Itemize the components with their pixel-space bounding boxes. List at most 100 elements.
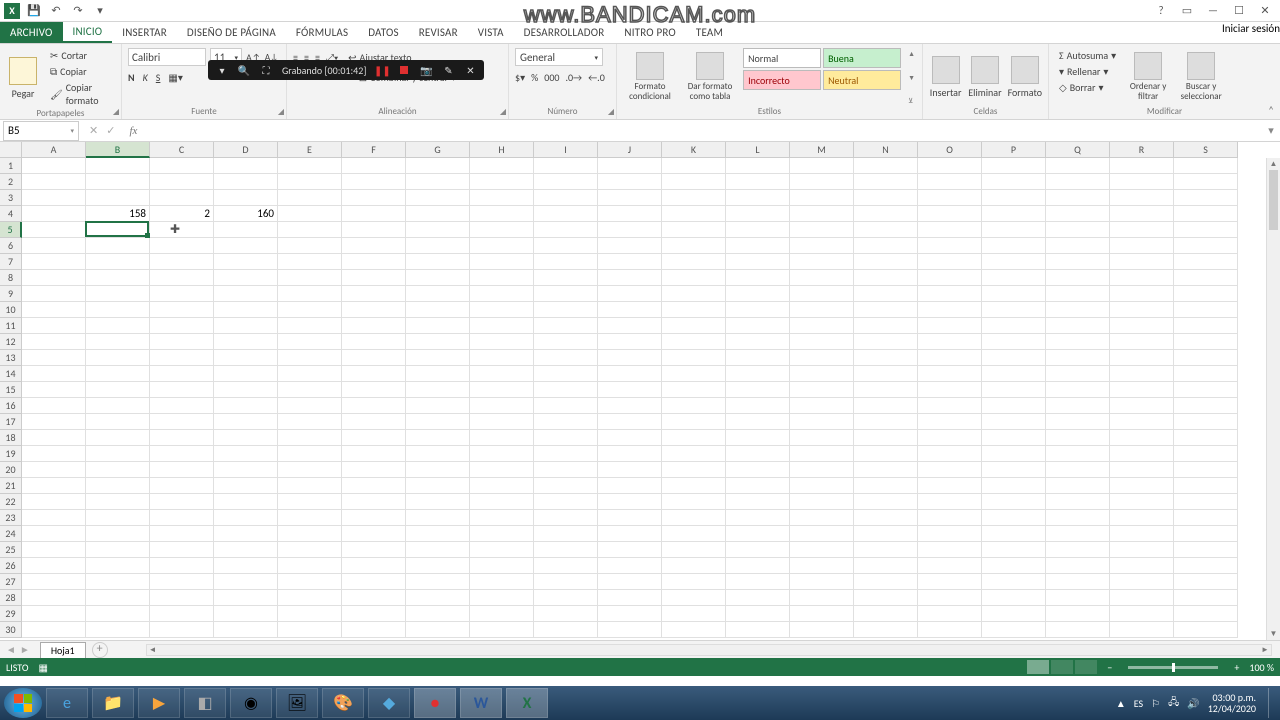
cell[interactable]: [598, 270, 662, 286]
dialog-launcher-icon[interactable]: ◢: [608, 107, 614, 117]
column-header[interactable]: N: [854, 142, 918, 158]
cell[interactable]: [726, 510, 790, 526]
cell[interactable]: [854, 222, 918, 238]
cell[interactable]: [662, 270, 726, 286]
cell[interactable]: [534, 446, 598, 462]
cell[interactable]: [1174, 238, 1238, 254]
cell[interactable]: [982, 158, 1046, 174]
cell[interactable]: [278, 430, 342, 446]
dialog-launcher-icon[interactable]: ◢: [500, 107, 506, 117]
cell[interactable]: [918, 430, 982, 446]
cell[interactable]: [918, 302, 982, 318]
cell[interactable]: [470, 446, 534, 462]
rec-region-icon[interactable]: ⛶: [260, 64, 272, 76]
cell[interactable]: [1110, 494, 1174, 510]
cell[interactable]: [982, 334, 1046, 350]
taskbar-app4[interactable]: ◆: [368, 688, 410, 718]
cell[interactable]: [598, 254, 662, 270]
cell[interactable]: [534, 590, 598, 606]
cell[interactable]: [726, 366, 790, 382]
cell[interactable]: [982, 350, 1046, 366]
cell[interactable]: [918, 398, 982, 414]
cell[interactable]: [1046, 222, 1110, 238]
cell[interactable]: [598, 526, 662, 542]
cell[interactable]: [534, 254, 598, 270]
cell[interactable]: [982, 446, 1046, 462]
cell[interactable]: [982, 510, 1046, 526]
sheet-nav-prev-icon[interactable]: ◄: [6, 643, 16, 656]
cell[interactable]: [662, 430, 726, 446]
taskbar-ie[interactable]: e: [46, 688, 88, 718]
tray-flag-icon[interactable]: ⚐: [1151, 697, 1160, 710]
cell[interactable]: [1110, 414, 1174, 430]
cell[interactable]: [854, 382, 918, 398]
cell[interactable]: [406, 494, 470, 510]
cell[interactable]: [86, 622, 150, 638]
cell[interactable]: [854, 174, 918, 190]
scroll-up-icon[interactable]: ▲: [1267, 158, 1280, 170]
cell[interactable]: [406, 174, 470, 190]
cell[interactable]: [1110, 206, 1174, 222]
cell[interactable]: [726, 526, 790, 542]
dec-decimal-icon[interactable]: ←.0: [588, 71, 605, 84]
cell[interactable]: [214, 190, 278, 206]
cell[interactable]: [278, 174, 342, 190]
cell[interactable]: [598, 190, 662, 206]
cell[interactable]: [1110, 430, 1174, 446]
cell[interactable]: [726, 462, 790, 478]
add-sheet-button[interactable]: +: [92, 642, 108, 658]
cell[interactable]: [1110, 190, 1174, 206]
cell[interactable]: [1110, 382, 1174, 398]
cell[interactable]: [406, 462, 470, 478]
cell[interactable]: [278, 462, 342, 478]
cell[interactable]: [86, 398, 150, 414]
cell[interactable]: [662, 222, 726, 238]
cell[interactable]: [406, 430, 470, 446]
cell[interactable]: [278, 286, 342, 302]
cell[interactable]: [854, 270, 918, 286]
save-icon[interactable]: 💾: [26, 3, 42, 19]
cell[interactable]: [1110, 254, 1174, 270]
cell[interactable]: [790, 222, 854, 238]
cell[interactable]: [342, 190, 406, 206]
cell[interactable]: [214, 494, 278, 510]
cell[interactable]: [22, 174, 86, 190]
cell[interactable]: [918, 494, 982, 510]
cell[interactable]: [790, 606, 854, 622]
cell[interactable]: [22, 510, 86, 526]
taskbar-chrome[interactable]: ◉: [230, 688, 272, 718]
cell[interactable]: [918, 238, 982, 254]
cell[interactable]: [86, 558, 150, 574]
column-header[interactable]: B: [86, 142, 150, 158]
cell[interactable]: [150, 446, 214, 462]
cell[interactable]: [982, 302, 1046, 318]
row-header[interactable]: 6: [0, 238, 22, 254]
row-header[interactable]: 24: [0, 526, 22, 542]
cell[interactable]: [854, 430, 918, 446]
start-button[interactable]: [4, 688, 42, 718]
copy-button[interactable]: ⧉Copiar: [46, 64, 115, 79]
cell[interactable]: [22, 238, 86, 254]
cell[interactable]: [854, 542, 918, 558]
cell[interactable]: [22, 222, 86, 238]
tab-formulas[interactable]: FÓRMULAS: [286, 22, 358, 43]
cell[interactable]: [662, 478, 726, 494]
cell[interactable]: [726, 398, 790, 414]
row-header[interactable]: 2: [0, 174, 22, 190]
cell[interactable]: [150, 286, 214, 302]
cell[interactable]: [22, 270, 86, 286]
number-format-select[interactable]: General▾: [515, 48, 603, 66]
cell[interactable]: [1046, 446, 1110, 462]
cell[interactable]: [662, 414, 726, 430]
styles-more-icon[interactable]: ⊻: [908, 96, 915, 105]
cell[interactable]: [598, 542, 662, 558]
cell[interactable]: [150, 302, 214, 318]
cell[interactable]: [982, 222, 1046, 238]
cell[interactable]: [342, 510, 406, 526]
percent-icon[interactable]: %: [531, 71, 538, 84]
cell[interactable]: [470, 558, 534, 574]
column-header[interactable]: K: [662, 142, 726, 158]
cell[interactable]: [470, 382, 534, 398]
cell[interactable]: [534, 302, 598, 318]
zoom-level[interactable]: 100 %: [1249, 661, 1274, 674]
